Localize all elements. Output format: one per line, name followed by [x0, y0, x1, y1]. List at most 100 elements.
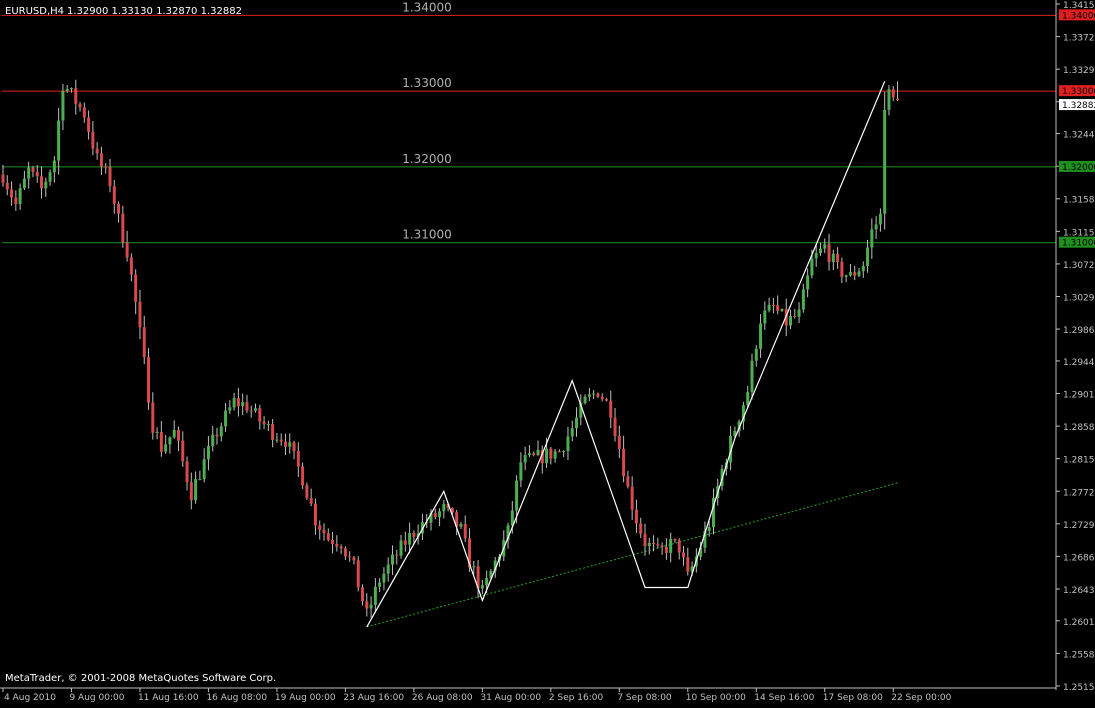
candle-body	[74, 88, 78, 104]
time-tick-label: 10 Sep 00:00	[686, 693, 746, 703]
plot-background	[0, 0, 1095, 704]
candle-body	[313, 503, 317, 526]
candle-body	[57, 120, 61, 161]
candle-body	[365, 601, 369, 609]
candle[interactable]	[147, 348, 151, 410]
candle-body	[827, 244, 831, 263]
candle-body	[343, 548, 347, 557]
candle-body	[91, 131, 95, 149]
level-price-tag[interactable]: 1.34000	[1059, 9, 1095, 21]
candle-body	[797, 309, 801, 317]
candle-body	[771, 304, 775, 306]
candle[interactable]	[883, 91, 887, 230]
level-price-tag[interactable]: 1.33000	[1059, 85, 1095, 97]
candle-body	[763, 310, 767, 324]
candle-body	[604, 399, 608, 401]
candle-body	[656, 544, 660, 546]
candle-body	[266, 424, 270, 426]
candle-body	[125, 242, 129, 258]
candle-body	[155, 431, 159, 433]
candle-body	[806, 275, 810, 290]
candle-body	[480, 585, 484, 589]
candle-body	[664, 546, 668, 553]
candle-body	[643, 533, 647, 547]
time-tick-label: 16 Aug 08:00	[206, 693, 267, 703]
candle-body	[801, 289, 805, 310]
candle-body	[776, 305, 780, 311]
candle-body	[600, 396, 604, 400]
price-tick-label: 1.26860	[1063, 553, 1095, 563]
candle-body	[433, 513, 437, 518]
candle-body	[44, 181, 48, 189]
candle-body	[14, 197, 18, 205]
candle-body	[147, 357, 151, 403]
chart-header-ohlc: 1.32900 1.33130 1.32870 1.32882	[67, 6, 242, 17]
candle-body	[245, 402, 249, 411]
candle-body	[5, 182, 9, 190]
candle-body	[412, 533, 416, 537]
time-tick-label: 11 Aug 16:00	[138, 693, 199, 703]
price-tick-label: 1.31580	[1063, 196, 1095, 206]
candle-body	[352, 557, 356, 561]
candle-body	[241, 402, 245, 407]
candle-body	[746, 392, 750, 406]
candle-body	[309, 498, 313, 504]
candle[interactable]	[356, 556, 360, 592]
candle-body	[382, 573, 386, 583]
price-chart[interactable]: 1.340001.330001.320001.31000 1.341501.33…	[0, 0, 1095, 704]
candle-body	[609, 400, 613, 418]
candle-body	[112, 186, 116, 204]
candle-body	[823, 244, 827, 249]
candle-body	[369, 604, 373, 609]
candle-body	[262, 421, 266, 425]
candle-body	[818, 248, 822, 254]
candle-body	[780, 308, 784, 311]
candle-body	[189, 482, 193, 501]
candle-body	[117, 203, 121, 214]
price-tick-label: 1.25150	[1063, 683, 1095, 693]
candle-body	[532, 453, 536, 456]
candle-body	[523, 455, 527, 463]
candle-body	[211, 434, 215, 446]
candle-body	[339, 546, 343, 549]
candle-body	[279, 439, 283, 442]
level-price-tag[interactable]: 1.32000	[1059, 160, 1095, 173]
candle-body	[219, 426, 223, 437]
price-tick-label: 1.33720	[1063, 34, 1095, 44]
candle-body	[172, 429, 176, 438]
candle-body	[232, 398, 236, 408]
price-tick-label: 1.26010	[1063, 618, 1095, 628]
candle-body	[549, 448, 553, 459]
current-price-tag-label: 1.32882	[1062, 101, 1095, 111]
candle-body	[134, 274, 138, 302]
candle-body	[185, 461, 189, 483]
candle-body	[305, 485, 309, 499]
candle-body	[386, 564, 390, 574]
candle-body	[485, 578, 489, 586]
candle-body	[626, 476, 630, 487]
candle-body	[630, 486, 634, 510]
candle-body	[562, 451, 566, 453]
candle-body	[254, 408, 258, 411]
time-tick-label: 9 Aug 00:00	[69, 693, 124, 703]
candle-body	[463, 524, 467, 539]
price-tick-label: 1.27720	[1063, 488, 1095, 498]
candle-body	[583, 396, 587, 403]
candle-body	[18, 188, 22, 205]
candle-body	[878, 213, 882, 225]
candle-body	[283, 441, 287, 447]
candle-body	[215, 434, 219, 437]
candle-body	[373, 586, 377, 605]
candle-body	[138, 301, 142, 328]
level-price-tag-label: 1.34000	[1062, 11, 1095, 21]
candle-body	[831, 253, 835, 263]
time-tick-label: 23 Aug 16:00	[343, 693, 404, 703]
candle-body	[292, 442, 296, 452]
candle-body	[275, 439, 279, 441]
level-price-tag[interactable]: 1.31000	[1059, 236, 1095, 249]
candle-body	[750, 360, 754, 393]
candle-body	[331, 539, 335, 544]
price-tick-label: 1.29860	[1063, 326, 1095, 336]
candle-body	[557, 451, 561, 453]
candle-body	[754, 348, 758, 361]
